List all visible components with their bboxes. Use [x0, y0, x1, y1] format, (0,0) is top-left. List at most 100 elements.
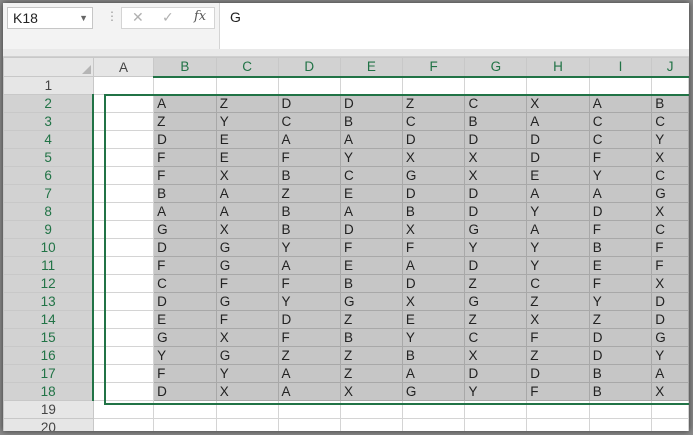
- cell-a5[interactable]: [92, 148, 155, 167]
- cell-d17[interactable]: A: [277, 364, 342, 383]
- row-header-2[interactable]: 2: [3, 94, 95, 113]
- cell-b20[interactable]: [153, 418, 217, 431]
- cell-e7[interactable]: E: [340, 184, 403, 203]
- cell-j15[interactable]: G: [651, 328, 689, 347]
- cell-h18[interactable]: F: [526, 382, 590, 401]
- cell-g15[interactable]: C: [464, 328, 528, 347]
- cell-j3[interactable]: C: [651, 112, 689, 131]
- cell-d16[interactable]: Z: [277, 346, 342, 365]
- cell-h10[interactable]: Y: [526, 238, 590, 257]
- cell-c12[interactable]: F: [215, 274, 279, 293]
- cell-f18[interactable]: G: [401, 382, 466, 401]
- cell-c20[interactable]: [215, 418, 279, 431]
- cell-f3[interactable]: C: [401, 112, 466, 131]
- cell-c16[interactable]: G: [215, 346, 279, 365]
- cell-e5[interactable]: Y: [340, 148, 403, 167]
- row-header-7[interactable]: 7: [3, 184, 95, 203]
- cell-j12[interactable]: X: [651, 274, 689, 293]
- cell-g2[interactable]: C: [464, 94, 528, 113]
- cell-g16[interactable]: X: [464, 346, 528, 365]
- cell-b16[interactable]: Y: [153, 346, 217, 365]
- cell-d3[interactable]: C: [277, 112, 342, 131]
- cell-g13[interactable]: G: [464, 292, 528, 311]
- formula-input[interactable]: G: [219, 3, 689, 49]
- cell-g20[interactable]: [464, 418, 528, 431]
- cell-j7[interactable]: G: [651, 184, 689, 203]
- cell-b18[interactable]: D: [153, 382, 217, 401]
- cell-d12[interactable]: F: [277, 274, 342, 293]
- cell-e9[interactable]: D: [340, 220, 403, 239]
- cell-a12[interactable]: [92, 274, 155, 293]
- cell-d15[interactable]: F: [277, 328, 342, 347]
- cell-c5[interactable]: E: [215, 148, 279, 167]
- cell-c8[interactable]: A: [215, 202, 279, 221]
- cell-f15[interactable]: Y: [401, 328, 466, 347]
- cell-e1[interactable]: [340, 76, 403, 95]
- cell-a18[interactable]: [92, 382, 155, 401]
- cell-c17[interactable]: Y: [215, 364, 279, 383]
- cell-a9[interactable]: [92, 220, 155, 239]
- row-header-6[interactable]: 6: [3, 166, 95, 185]
- cell-f2[interactable]: Z: [401, 94, 466, 113]
- cell-d7[interactable]: Z: [277, 184, 342, 203]
- cell-i8[interactable]: D: [588, 202, 653, 221]
- cell-i7[interactable]: A: [588, 184, 653, 203]
- cell-d10[interactable]: Y: [277, 238, 342, 257]
- cell-b6[interactable]: F: [153, 166, 217, 185]
- cell-d8[interactable]: B: [277, 202, 342, 221]
- cell-a15[interactable]: [92, 328, 155, 347]
- cell-i2[interactable]: A: [588, 94, 653, 113]
- cell-i10[interactable]: B: [588, 238, 653, 257]
- cell-h9[interactable]: A: [526, 220, 590, 239]
- cell-a13[interactable]: [92, 292, 155, 311]
- name-box[interactable]: K18 ▼: [7, 7, 93, 29]
- cell-a19[interactable]: [92, 400, 155, 419]
- cell-g11[interactable]: D: [464, 256, 528, 275]
- cell-e12[interactable]: B: [340, 274, 403, 293]
- cell-d5[interactable]: F: [277, 148, 342, 167]
- cell-e17[interactable]: Z: [340, 364, 403, 383]
- cell-c7[interactable]: A: [215, 184, 279, 203]
- cell-j1[interactable]: [651, 76, 689, 95]
- row-header-19[interactable]: 19: [3, 400, 94, 419]
- row-header-5[interactable]: 5: [3, 148, 95, 167]
- cell-d11[interactable]: A: [277, 256, 342, 275]
- cell-b17[interactable]: F: [153, 364, 217, 383]
- cell-d4[interactable]: A: [277, 130, 342, 149]
- cancel-icon[interactable]: ✕: [132, 9, 144, 26]
- column-header-c[interactable]: C: [215, 57, 279, 78]
- cell-a17[interactable]: [92, 364, 155, 383]
- cell-h16[interactable]: Z: [526, 346, 590, 365]
- cell-a6[interactable]: [92, 166, 155, 185]
- cell-f5[interactable]: X: [401, 148, 466, 167]
- row-header-3[interactable]: 3: [3, 112, 95, 131]
- cell-h15[interactable]: F: [526, 328, 590, 347]
- cell-h14[interactable]: X: [526, 310, 590, 329]
- cell-f14[interactable]: E: [401, 310, 466, 329]
- cell-g4[interactable]: D: [464, 130, 528, 149]
- cell-e19[interactable]: [340, 400, 403, 419]
- column-header-f[interactable]: F: [401, 57, 466, 78]
- cell-h1[interactable]: [526, 76, 590, 95]
- cell-e2[interactable]: D: [340, 94, 403, 113]
- cell-h6[interactable]: E: [526, 166, 590, 185]
- cell-g1[interactable]: [464, 76, 528, 95]
- cell-e13[interactable]: G: [340, 292, 403, 311]
- cell-j2[interactable]: B: [651, 94, 689, 113]
- cell-h8[interactable]: Y: [526, 202, 590, 221]
- cell-b3[interactable]: Z: [153, 112, 217, 131]
- cell-e20[interactable]: [340, 418, 403, 431]
- cell-i6[interactable]: Y: [588, 166, 653, 185]
- column-header-a[interactable]: A: [92, 57, 155, 77]
- cell-a8[interactable]: [92, 202, 155, 221]
- cell-b13[interactable]: D: [153, 292, 217, 311]
- cell-h12[interactable]: C: [526, 274, 590, 293]
- cell-f17[interactable]: A: [401, 364, 466, 383]
- cell-c2[interactable]: Z: [215, 94, 279, 113]
- enter-icon[interactable]: ✓: [162, 9, 174, 26]
- cell-j16[interactable]: Y: [651, 346, 689, 365]
- cell-j11[interactable]: F: [651, 256, 689, 275]
- cell-c3[interactable]: Y: [215, 112, 279, 131]
- cell-g14[interactable]: Z: [464, 310, 528, 329]
- cell-h3[interactable]: A: [526, 112, 590, 131]
